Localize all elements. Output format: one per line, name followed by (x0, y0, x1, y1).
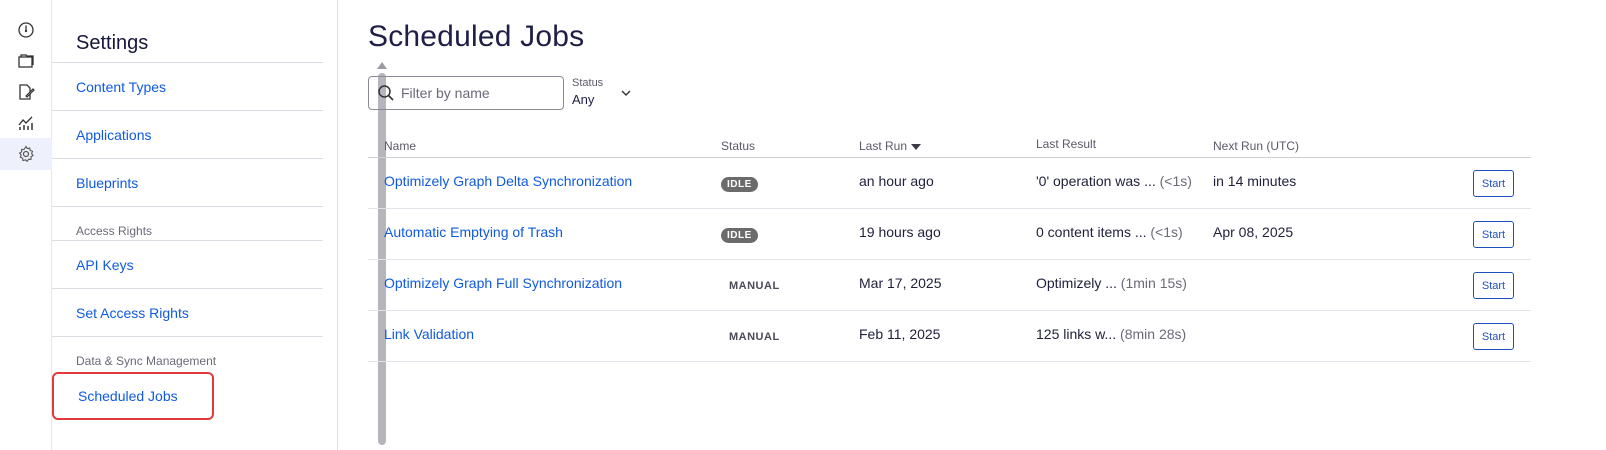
job-name-link[interactable]: Optimizely Graph Full Synchronization (384, 275, 622, 291)
header-last-result[interactable]: Last Result (1036, 137, 1096, 151)
duration-text: (8min 28s) (1120, 326, 1187, 342)
jobs-table: Name Status Last Run Last Result Next Ru… (368, 135, 1531, 362)
status-badge: MANUAL (721, 276, 788, 294)
last-result-text: 0 content items ... (1036, 224, 1147, 240)
last-run-value: Feb 11, 2025 (859, 326, 941, 342)
last-run-value: Mar 17, 2025 (859, 275, 942, 291)
filter-by-name-input[interactable] (401, 85, 551, 101)
last-run-value: 19 hours ago (859, 224, 941, 240)
sidebar-item-api-keys[interactable]: API Keys (52, 240, 323, 288)
status-badge-label: MANUAL (729, 331, 780, 343)
header-last-run[interactable]: Last Run (859, 139, 922, 153)
sidebar-item-set-access-rights[interactable]: Set Access Rights (52, 288, 323, 336)
duration-text: (<1s) (1159, 173, 1192, 189)
folders-icon (18, 54, 34, 68)
status-badge-label: IDLE (721, 177, 758, 192)
sidebar-item-scheduled-jobs[interactable]: Scheduled Jobs (52, 372, 214, 420)
status-badge: MANUAL (721, 327, 788, 345)
settings-sidebar: Settings Content Types Applications Blue… (52, 0, 387, 450)
last-result-text: 125 links w... (1036, 326, 1117, 342)
status-badge-label: MANUAL (729, 280, 780, 292)
last-run-value: an hour ago (859, 173, 934, 189)
table-row: Optimizely Graph Delta Synchronization I… (368, 158, 1531, 209)
main-content: Scheduled Jobs Status Any Name Status La… (338, 0, 1606, 450)
table-row: Link Validation MANUAL Feb 11, 2025 125 … (368, 311, 1531, 362)
start-button[interactable]: Start (1473, 170, 1514, 197)
job-name-link[interactable]: Automatic Emptying of Trash (384, 224, 563, 240)
next-run-value: Apr 08, 2025 (1213, 224, 1294, 240)
status-filter-select[interactable]: Status Any (572, 77, 642, 111)
gear-icon (18, 145, 34, 163)
sidebar-list: Content Types Applications Blueprints Ac… (52, 62, 323, 420)
last-result-text: '0' operation was ... (1036, 173, 1156, 189)
start-button[interactable]: Start (1473, 323, 1514, 350)
rail-item-content[interactable] (0, 45, 52, 77)
next-run-value: in 14 minutes (1213, 173, 1297, 189)
page-title: Scheduled Jobs (368, 20, 585, 53)
sidebar-group-data-sync: Data & Sync Management (52, 336, 323, 370)
table-header: Name Status Last Run Last Result Next Ru… (368, 135, 1531, 158)
sidebar-item-content-types[interactable]: Content Types (52, 62, 323, 110)
search-icon (378, 85, 394, 101)
chevron-down-icon (621, 90, 631, 96)
duration-text: (<1s) (1150, 224, 1183, 240)
header-next-run[interactable]: Next Run (UTC) (1213, 139, 1299, 153)
header-last-run-label: Last Run (859, 139, 908, 153)
duration-text: (1min 15s) (1120, 275, 1187, 291)
job-name-link[interactable]: Link Validation (384, 326, 474, 342)
status-badge: IDLE (721, 225, 758, 243)
analytics-icon (18, 116, 33, 130)
status-badge: IDLE (721, 174, 758, 192)
sidebar-group-access-rights: Access Rights (52, 206, 323, 240)
dashboard-icon (18, 22, 34, 38)
rail-item-dashboard[interactable] (0, 14, 52, 46)
start-button[interactable]: Start (1473, 221, 1514, 248)
start-button[interactable]: Start (1473, 272, 1514, 299)
rail-item-settings[interactable] (0, 138, 52, 170)
last-result-value: 0 content items ... (<1s) (1036, 224, 1183, 240)
sort-descending-icon (911, 143, 922, 150)
rail-item-analytics[interactable] (0, 107, 52, 139)
header-name[interactable]: Name (384, 139, 416, 153)
header-status[interactable]: Status (721, 139, 755, 153)
icon-rail (0, 0, 52, 450)
sidebar-item-blueprints[interactable]: Blueprints (52, 158, 323, 206)
sidebar-item-applications[interactable]: Applications (52, 110, 323, 158)
last-result-value: Optimizely ... (1min 15s) (1036, 275, 1187, 291)
filter-box[interactable] (368, 76, 564, 110)
edit-document-icon (19, 84, 35, 100)
last-result-value: '0' operation was ... (<1s) (1036, 173, 1192, 189)
table-row: Optimizely Graph Full Synchronization MA… (368, 260, 1531, 311)
last-result-text: Optimizely ... (1036, 275, 1117, 291)
status-badge-label: IDLE (721, 228, 758, 243)
rail-item-edit[interactable] (0, 76, 52, 108)
table-row: Automatic Emptying of Trash IDLE 19 hour… (368, 209, 1531, 260)
sidebar-title: Settings (76, 32, 149, 54)
last-result-value: 125 links w... (8min 28s) (1036, 326, 1186, 342)
job-name-link[interactable]: Optimizely Graph Delta Synchronization (384, 173, 632, 189)
